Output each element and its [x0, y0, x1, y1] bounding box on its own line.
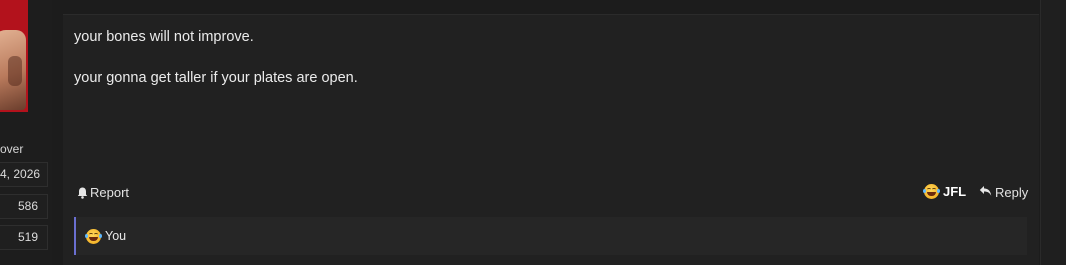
post-card: your bones will not improve. your gonna … — [63, 14, 1039, 265]
post-actions: Report JFL Reply — [63, 183, 1039, 203]
jfl-label: JFL — [943, 184, 967, 199]
bell-icon — [76, 187, 88, 199]
laugh-cry-emoji-icon — [923, 184, 940, 199]
post-body: your bones will not improve. your gonna … — [74, 27, 358, 109]
stat-reputation: 519 — [0, 225, 48, 250]
user-info-column: over 4, 2026 586 519 — [0, 0, 52, 265]
reactions-by-label[interactable]: You — [105, 229, 126, 243]
post-paragraph: your bones will not improve. — [74, 29, 254, 45]
stat-posts: 586 — [0, 194, 48, 219]
avatar[interactable] — [0, 0, 28, 112]
right-gutter — [1040, 0, 1066, 265]
report-button[interactable]: Report — [76, 185, 129, 200]
jfl-reaction-button[interactable]: JFL — [923, 184, 967, 199]
avatar-shading — [8, 56, 22, 86]
reactions-bar[interactable]: You — [74, 217, 1027, 255]
reply-arrow-icon — [979, 185, 992, 200]
page: over 4, 2026 586 519 your bones will not… — [0, 0, 1066, 265]
report-label: Report — [90, 185, 130, 200]
laugh-cry-emoji-icon — [85, 228, 102, 244]
user-title: over — [0, 142, 24, 156]
post-paragraph: your gonna get taller if your plates are… — [74, 70, 358, 86]
reply-label: Reply — [995, 185, 1029, 200]
reply-button[interactable]: Reply — [979, 185, 1028, 200]
stat-joined: 4, 2026 — [0, 162, 48, 187]
